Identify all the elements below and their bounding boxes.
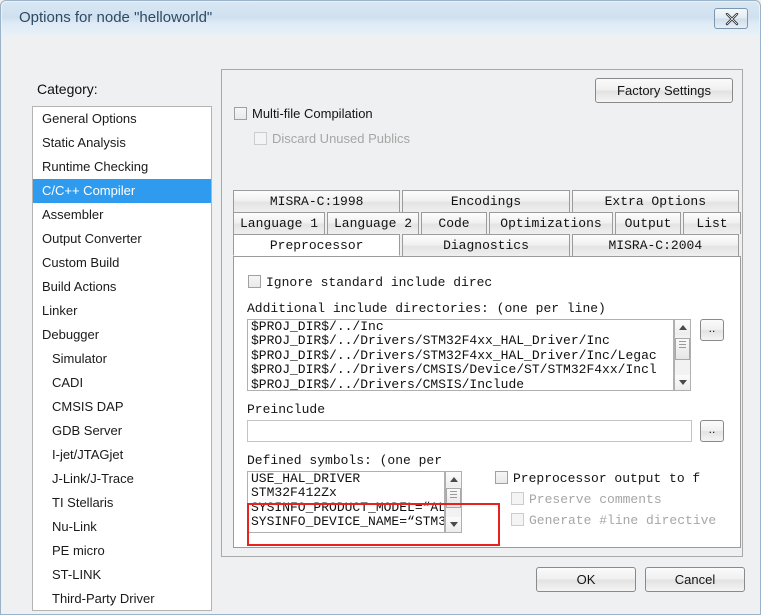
preprocessor-output-label: Preprocessor output to f — [513, 471, 701, 486]
factory-settings-button[interactable]: Factory Settings — [595, 78, 733, 103]
sidebar-item-gdb-server[interactable]: GDB Server — [33, 419, 211, 443]
include-browse-button[interactable]: .. — [700, 319, 724, 341]
tab-row-3[interactable]: Preprocessor Diagnostics MISRA-C:2004 — [233, 234, 741, 256]
sidebar-item-debugger[interactable]: Debugger — [33, 323, 211, 347]
defined-symbols-scrollbar[interactable] — [445, 471, 462, 533]
include-dir-item[interactable]: $PROJ_DIR$/../Drivers/STM32F4xx_HAL_Driv… — [248, 333, 673, 348]
sidebar-item-simulator[interactable]: Simulator — [33, 347, 211, 371]
preserve-comments-label: Preserve comments — [529, 492, 662, 507]
discard-unused-publics-checkbox — [254, 132, 267, 145]
include-dir-item[interactable]: $PROJ_DIR$/../Drivers/CMSIS/Include — [248, 377, 673, 390]
defined-symbol-item[interactable]: USE_HAL_DRIVER — [248, 472, 444, 486]
include-dir-item[interactable]: $PROJ_DIR$/../Drivers/CMSIS/Device/ST/ST… — [248, 362, 673, 377]
preprocessor-output-row[interactable]: Preprocessor output to f — [495, 471, 700, 486]
scroll-up-icon[interactable] — [446, 472, 461, 487]
defined-symbol-item[interactable]: SYSINFO_PRODUCT_MODEL=“AL — [248, 500, 444, 515]
tab-extra-options[interactable]: Extra Options — [571, 190, 739, 212]
generate-line-directives-checkbox — [511, 513, 524, 526]
preserve-comments-row: Preserve comments — [511, 492, 662, 507]
scrollbar-thumb[interactable] — [675, 338, 690, 360]
sidebar-item-static-analysis[interactable]: Static Analysis — [33, 131, 211, 155]
defined-symbols-list[interactable]: USE_HAL_DRIVER STM32F412Zx SYSINFO_PRODUCT… — [247, 471, 445, 533]
tab-list[interactable]: List — [683, 212, 741, 234]
generate-line-directives-label: Generate #line directive — [529, 513, 717, 528]
sidebar-item-custom-build[interactable]: Custom Build — [33, 251, 211, 275]
defined-symbol-item[interactable]: STM32F412Zx — [248, 485, 444, 500]
category-list[interactable]: General Options Static Analysis Runtime Ch… — [32, 106, 212, 611]
generate-line-directives-row: Generate #line directive — [511, 513, 716, 528]
sidebar-item-nu-link[interactable]: Nu-Link — [33, 515, 211, 539]
sidebar-item-pe-micro[interactable]: PE micro — [33, 539, 211, 563]
defined-symbols-label: Defined symbols: (one per — [247, 453, 443, 468]
preserve-comments-checkbox — [511, 492, 524, 505]
tab-code[interactable]: Code — [421, 212, 487, 234]
tab-row-2[interactable]: Language 1 Language 2 Code Optimizations Out… — [233, 212, 741, 234]
tab-diagnostics[interactable]: Diagnostics — [402, 234, 570, 256]
preprocessor-tab-page: Ignore standard include direc Additional… — [233, 256, 741, 548]
sidebar-item-output-converter[interactable]: Output Converter — [33, 227, 211, 251]
discard-unused-publics-label: Discard Unused Publics — [272, 131, 411, 146]
sidebar-item-third-party-driver[interactable]: Third-Party Driver — [33, 587, 211, 610]
dialog-body: Category: General Options Static Analysis… — [2, 36, 759, 613]
close-button[interactable] — [714, 8, 748, 29]
sidebar-item-build-actions[interactable]: Build Actions — [33, 275, 211, 299]
tab-preprocessor[interactable]: Preprocessor — [233, 234, 401, 256]
tab-language-2[interactable]: Language 2 — [327, 212, 419, 234]
multi-file-compilation-label: Multi-file Compilation — [252, 106, 373, 121]
scroll-down-icon[interactable] — [675, 375, 690, 390]
preprocessor-output-checkbox[interactable] — [495, 471, 508, 484]
scrollbar-thumb[interactable] — [446, 488, 461, 508]
tab-optimizations[interactable]: Optimizations — [489, 212, 613, 234]
sidebar-item-assembler[interactable]: Assembler — [33, 203, 211, 227]
tab-language-1[interactable]: Language 1 — [233, 212, 325, 234]
include-dir-item[interactable]: $PROJ_DIR$/../Drivers/STM32F4xx_HAL_Driv… — [248, 348, 673, 363]
multi-file-compilation-checkbox-row[interactable]: Multi-file Compilation — [234, 106, 373, 121]
ok-button[interactable]: OK — [536, 567, 636, 592]
category-label: Category: — [37, 81, 98, 97]
sidebar-item-j-link-j-trace[interactable]: J-Link/J-Trace — [33, 467, 211, 491]
tab-encodings[interactable]: Encodings — [402, 190, 570, 212]
sidebar-item-i-jet-jtagjet[interactable]: I-jet/JTAGjet — [33, 443, 211, 467]
include-list-scrollbar[interactable] — [674, 319, 691, 391]
discard-unused-publics-checkbox-row: Discard Unused Publics — [254, 131, 410, 146]
tab-output[interactable]: Output — [615, 212, 681, 234]
sidebar-item-ti-stellaris[interactable]: TI Stellaris — [33, 491, 211, 515]
additional-include-label: Additional include directories: (one per… — [247, 301, 606, 316]
tab-misra-c-2004[interactable]: MISRA-C:2004 — [571, 234, 739, 256]
options-dialog: Options for node "helloworld" Category: … — [0, 0, 761, 615]
sidebar-item-c-c-compiler[interactable]: C/C++ Compiler — [33, 179, 211, 203]
tab-misra-c-1998[interactable]: MISRA-C:1998 — [233, 190, 401, 212]
preinclude-label: Preinclude — [247, 402, 326, 417]
scroll-down-icon[interactable] — [446, 517, 461, 532]
sidebar-item-st-link[interactable]: ST-LINK — [33, 563, 211, 587]
title-bar: Options for node "helloworld" — [2, 2, 759, 36]
tab-strip[interactable]: MISRA-C:1998 Encodings Extra Options Langu… — [233, 190, 741, 256]
preinclude-input[interactable] — [247, 420, 692, 442]
sidebar-item-runtime-checking[interactable]: Runtime Checking — [33, 155, 211, 179]
ignore-standard-include-row[interactable]: Ignore standard include direc — [248, 275, 492, 290]
cancel-button[interactable]: Cancel — [645, 567, 745, 592]
scroll-up-icon[interactable] — [675, 320, 690, 335]
defined-symbol-item[interactable]: SYSINFO_DEVICE_NAME=“STM3 — [248, 514, 444, 529]
window-title: Options for node "helloworld" — [19, 9, 213, 26]
sidebar-item-general-options[interactable]: General Options — [33, 107, 211, 131]
multi-file-compilation-checkbox[interactable] — [234, 107, 247, 120]
preinclude-browse-button[interactable]: .. — [700, 420, 724, 442]
sidebar-item-cmsis-dap[interactable]: CMSIS DAP — [33, 395, 211, 419]
sidebar-item-linker[interactable]: Linker — [33, 299, 211, 323]
sidebar-item-cadi[interactable]: CADI — [33, 371, 211, 395]
ignore-standard-include-checkbox[interactable] — [248, 275, 261, 288]
tab-row-1[interactable]: MISRA-C:1998 Encodings Extra Options — [233, 190, 741, 212]
include-dir-item[interactable]: $PROJ_DIR$/../Inc — [248, 320, 673, 334]
options-panel: Factory Settings Multi-file Compilation … — [221, 69, 743, 557]
ignore-standard-include-label: Ignore standard include direc — [266, 275, 493, 290]
additional-include-list[interactable]: $PROJ_DIR$/../Inc $PROJ_DIR$/../Drivers/S… — [247, 319, 674, 391]
